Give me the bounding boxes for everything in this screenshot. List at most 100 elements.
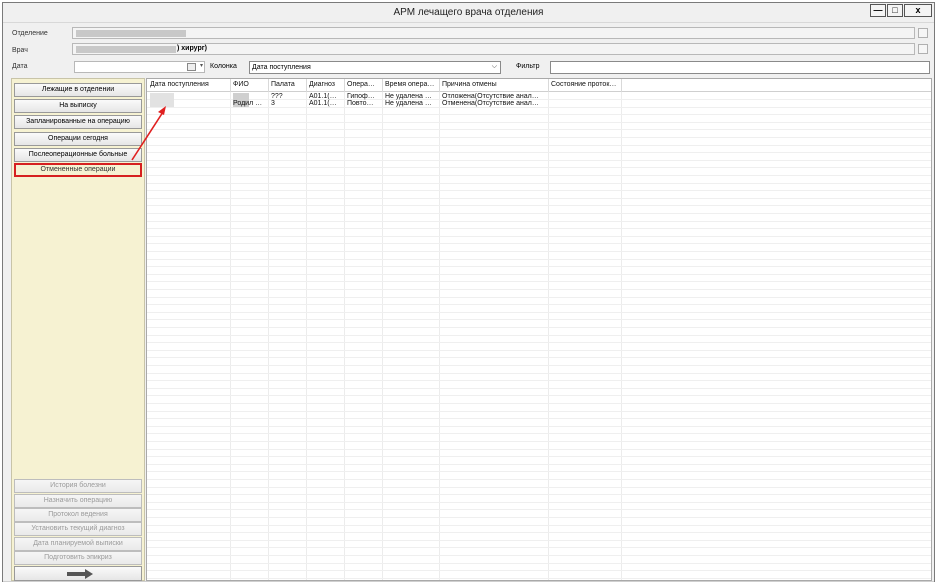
- row-diagnosis: A01.1(…: [309, 93, 337, 100]
- maximize-button[interactable]: □: [887, 4, 903, 17]
- grid-row-line: [147, 539, 931, 541]
- grid-row-line: [147, 547, 931, 549]
- column-header-protocol-status[interactable]: Состояние проток…: [551, 81, 621, 88]
- column-header-diagnosis[interactable]: Диагноз: [309, 81, 343, 88]
- grid-row-line: [147, 197, 931, 199]
- grid-row-line: [147, 532, 931, 534]
- status-bar: [3, 581, 934, 582]
- table-header: Дата поступления ФИО Палата Диагноз Опер…: [147, 79, 931, 92]
- date-picker[interactable]: ▾: [74, 61, 205, 73]
- grid-row-line: [147, 289, 931, 290]
- grid-row-line: [147, 319, 931, 321]
- grid-row-line: [147, 524, 931, 526]
- assign-surgery-button[interactable]: Назначить операцию: [14, 494, 142, 508]
- grid-row-line: [147, 471, 931, 473]
- grid-row-line: [147, 433, 931, 435]
- grid-row-line: [147, 304, 931, 306]
- grid-column-line: [439, 92, 440, 580]
- grid-row-line: [147, 159, 931, 161]
- grid-row-line: [147, 311, 931, 313]
- grid-row-line: [147, 281, 931, 283]
- app-window: АРМ лечащего врача отделения — □ x Отдел…: [2, 2, 935, 582]
- chevron-down-icon[interactable]: ⌵: [492, 63, 497, 71]
- grid-row-line: [147, 342, 931, 344]
- grid-row-line: [147, 365, 931, 366]
- grid-row-line: [147, 213, 931, 214]
- date-label: Дата: [12, 63, 28, 70]
- column-header-operation[interactable]: Опера…: [347, 81, 381, 88]
- grid-row-line: [147, 479, 931, 480]
- grid-row-line: [147, 190, 931, 192]
- grid-row-line: [147, 205, 931, 207]
- grid-row-line: [147, 555, 931, 556]
- grid-row-line: [147, 387, 931, 389]
- calendar-icon[interactable]: [187, 63, 196, 71]
- column-separator: [344, 79, 345, 92]
- doctor-label: Врач: [12, 47, 28, 54]
- department-checkbox[interactable]: [918, 28, 928, 38]
- doctor-field[interactable]: ) хирург): [72, 43, 915, 55]
- grid-row-line: [147, 114, 931, 116]
- grid-column-line: [382, 92, 383, 580]
- row-ward: ???: [271, 93, 283, 100]
- column-header-fio[interactable]: ФИО: [233, 81, 267, 88]
- grid-row-line: [147, 456, 931, 458]
- prepare-epicrisis-button[interactable]: Подготовить эпикриз: [14, 551, 142, 565]
- column-separator: [382, 79, 383, 92]
- sidebar: Лежащие в отделении На выписку Запланиро…: [11, 78, 145, 581]
- grid-row-line: [147, 494, 931, 496]
- grid-row-line: [147, 403, 931, 404]
- nav-cancelled-surgeries-button[interactable]: Отмененные операции: [14, 163, 142, 177]
- arrow-right-icon: [67, 569, 93, 579]
- grid-row-line: [147, 220, 931, 222]
- treatment-protocol-button[interactable]: Протокол ведения: [14, 508, 142, 522]
- grid-row-line: [147, 121, 931, 123]
- column-header-operation-time[interactable]: Время опера…: [385, 81, 438, 88]
- forward-button[interactable]: [14, 566, 142, 581]
- nav-postoperative-button[interactable]: Послеоперационные больные: [14, 148, 142, 162]
- department-field[interactable]: [72, 27, 915, 39]
- set-diagnosis-button[interactable]: Установить текущий диагноз: [14, 522, 142, 536]
- column-select-value: Дата поступления: [252, 64, 311, 71]
- medical-history-button[interactable]: История болезни: [14, 479, 142, 493]
- grid-row-line: [147, 167, 931, 169]
- grid-column-line: [621, 92, 622, 580]
- column-separator: [621, 79, 622, 92]
- column-header-admission-date[interactable]: Дата поступления: [150, 81, 230, 88]
- grid-row-line: [147, 228, 931, 230]
- doctor-checkbox[interactable]: [918, 44, 928, 54]
- grid-row-line: [147, 251, 931, 252]
- column-label: Колонка: [210, 63, 237, 70]
- nav-planned-surgery-button[interactable]: Запланированные на операцию: [14, 115, 142, 129]
- grid-row-line: [147, 152, 931, 154]
- grid-row-line: [147, 357, 931, 359]
- patients-table[interactable]: Дата поступления ФИО Палата Диагноз Опер…: [146, 78, 932, 581]
- nav-discharge-button[interactable]: На выписку: [14, 99, 142, 113]
- grid-row-line: [147, 144, 931, 146]
- grid-row-line: [147, 410, 931, 412]
- grid-row-line: [147, 501, 931, 503]
- column-header-cancel-reason[interactable]: Причина отмены: [442, 81, 546, 88]
- grid-row-line: [147, 562, 931, 564]
- title-bar: АРМ лечащего врача отделения — □ x: [3, 3, 934, 23]
- grid-column-line: [548, 92, 549, 580]
- column-select[interactable]: Дата поступления ⌵: [249, 61, 501, 74]
- grid-row-line: [147, 441, 931, 442]
- row-diagnosis: A01.1(…: [309, 100, 337, 107]
- column-separator: [439, 79, 440, 92]
- filter-input[interactable]: [550, 61, 930, 74]
- row-operation-time: Не удалена …: [385, 100, 432, 107]
- grid-row-line: [147, 463, 931, 465]
- planned-discharge-date-button[interactable]: Дата планируемой выписки: [14, 537, 142, 551]
- close-button[interactable]: x: [904, 4, 932, 17]
- grid-row-line: [147, 517, 931, 518]
- row-operation: Повто…: [347, 100, 374, 107]
- nav-inpatients-button[interactable]: Лежащие в отделении: [14, 83, 142, 97]
- column-header-ward[interactable]: Палата: [271, 81, 305, 88]
- minimize-button[interactable]: —: [870, 4, 886, 17]
- doctor-field-value: ) хирург): [177, 45, 207, 52]
- chevron-down-icon[interactable]: ▾: [200, 62, 203, 69]
- column-separator: [268, 79, 269, 92]
- department-label: Отделение: [12, 30, 48, 37]
- nav-surgery-today-button[interactable]: Операции сегодня: [14, 132, 142, 146]
